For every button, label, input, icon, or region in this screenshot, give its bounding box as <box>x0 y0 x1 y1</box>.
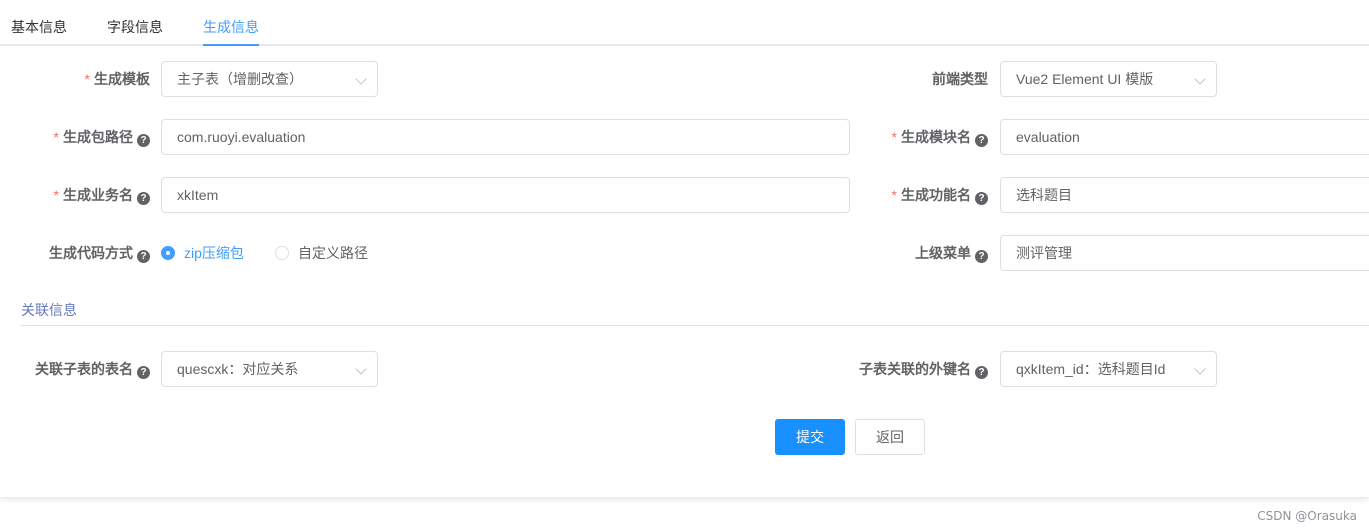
module-name-input[interactable]: evaluation <box>1000 119 1369 155</box>
tab-basic-info[interactable]: 基本信息 <box>11 18 67 36</box>
tab-field-info[interactable]: 字段信息 <box>107 18 163 36</box>
sub-table-select-value: quescxk：对应关系 <box>177 361 299 377</box>
sub-table-label: 关联子表的表名? <box>35 351 150 387</box>
related-section-title: 关联信息 <box>21 302 77 318</box>
question-icon[interactable]: ? <box>137 250 150 263</box>
section-divider <box>21 325 1369 326</box>
fk-name-select[interactable]: qxkItem_id：选科题目Id <box>1000 351 1217 387</box>
business-name-input[interactable]: xkItem <box>161 177 850 213</box>
sub-table-select[interactable]: quescxk：对应关系 <box>161 351 378 387</box>
frontend-type-label: 前端类型 <box>932 71 988 87</box>
module-name-label: * 生成模块名? <box>892 119 988 155</box>
question-icon[interactable]: ? <box>137 192 150 205</box>
chevron-down-icon <box>355 73 367 85</box>
question-icon[interactable]: ? <box>137 134 150 147</box>
parent-menu-select[interactable]: 测评管理 <box>1000 235 1369 271</box>
template-select-value: 主子表（增删改查） <box>177 71 303 87</box>
question-icon[interactable]: ? <box>975 250 988 263</box>
watermark: CSDN @Orasuka <box>1257 509 1357 523</box>
chevron-down-icon <box>355 363 367 375</box>
fk-name-label: 子表关联的外键名? <box>859 351 988 387</box>
template-select[interactable]: 主子表（增删改查） <box>161 61 378 97</box>
radio-zip-label: zip压缩包 <box>184 245 244 261</box>
submit-button[interactable]: 提交 <box>775 419 845 455</box>
question-icon[interactable]: ? <box>975 192 988 205</box>
fk-name-select-value: qxkItem_id：选科题目Id <box>1016 361 1166 377</box>
parent-menu-label: 上级菜单? <box>915 235 988 271</box>
question-icon[interactable]: ? <box>975 366 988 379</box>
frontend-type-select-value: Vue2 Element UI 模版 <box>1016 71 1154 87</box>
question-icon[interactable]: ? <box>975 134 988 147</box>
template-label: * 生成模板 <box>84 71 150 87</box>
function-name-label: * 生成功能名? <box>892 177 988 213</box>
radio-custom-path[interactable]: 自定义路径 <box>275 235 368 271</box>
back-button[interactable]: 返回 <box>855 419 925 455</box>
radio-custom-path-label: 自定义路径 <box>298 245 368 261</box>
business-name-label: * 生成业务名? <box>54 177 150 213</box>
package-path-label: * 生成包路径? <box>54 119 150 155</box>
chevron-down-icon <box>1194 363 1206 375</box>
package-path-input[interactable]: com.ruoyi.evaluation <box>161 119 850 155</box>
radio-zip[interactable]: zip压缩包 <box>161 235 244 271</box>
tab-bar: 基本信息 字段信息 生成信息 <box>0 0 1369 46</box>
chevron-down-icon <box>1194 73 1206 85</box>
question-icon[interactable]: ? <box>137 366 150 379</box>
frontend-type-select[interactable]: Vue2 Element UI 模版 <box>1000 61 1217 97</box>
gen-info-card: 基本信息 字段信息 生成信息 * 生成模板 主子表（增删改查） 前端类型 Vue2… <box>0 0 1369 497</box>
radio-unchecked-icon <box>275 246 289 260</box>
tab-gen-info[interactable]: 生成信息 <box>203 18 259 36</box>
function-name-input[interactable]: 选科题目 <box>1000 177 1369 213</box>
tab-active-indicator <box>203 44 259 46</box>
gen-type-label: 生成代码方式? <box>49 235 150 271</box>
radio-checked-icon <box>161 246 175 260</box>
